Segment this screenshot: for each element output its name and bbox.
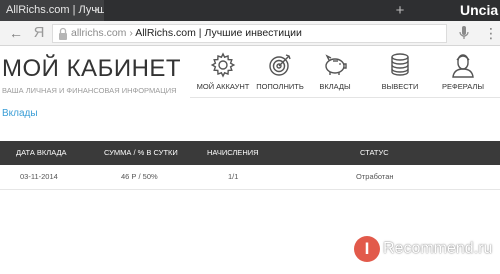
- url-domain: allrichs.com: [71, 27, 127, 39]
- url-field[interactable]: allrichs.com › AllRichs.com | Лучшие инв…: [52, 24, 447, 43]
- device-label: Uncia: [460, 2, 499, 18]
- nav-item-withdraw[interactable]: ВЫВЕСТИ: [370, 52, 430, 97]
- table-row: 03-11-2014 46 Р / 50% 1/1 Отработан: [0, 165, 500, 190]
- watermark-badge: I: [354, 236, 380, 262]
- watermark-text: Recommend.ru: [383, 240, 493, 257]
- column-header-status: СТАТУС: [360, 148, 389, 157]
- table-header: ДАТА ВКЛАДА СУММА / % В СУТКИ НАЧИСЛЕНИЯ…: [0, 141, 500, 165]
- page-subtitle: ВАША ЛИЧНАЯ И ФИНАНСОВАЯ ИНФОРМАЦИЯ: [2, 86, 177, 95]
- browser-tab-bar: AllRichs.com | Лучшие × + Uncia: [0, 0, 500, 21]
- irecommend-watermark: I Recommend.ru: [352, 231, 498, 271]
- microphone-icon[interactable]: [458, 25, 470, 41]
- gear-icon: [210, 52, 236, 78]
- column-header-accruals: НАЧИСЛЕНИЯ: [207, 148, 259, 157]
- header-divider: [190, 97, 500, 98]
- nav-item-referrals[interactable]: РЕФЕРАЛЫ: [433, 52, 493, 97]
- nav-item-deposits[interactable]: ВКЛАДЫ: [305, 52, 365, 97]
- cell-amount: 46 Р / 50%: [121, 172, 158, 181]
- tab-title: AllRichs.com | Лучшие: [6, 4, 104, 16]
- target-icon: [269, 54, 291, 76]
- nav-label: ПОПОЛНИТЬ: [256, 82, 304, 91]
- nav-label: ВКЛАДЫ: [319, 82, 351, 91]
- nav-item-deposit[interactable]: ПОПОЛНИТЬ: [250, 52, 310, 97]
- nav-label: РЕФЕРАЛЫ: [442, 82, 484, 91]
- piggy-bank-icon: [325, 54, 347, 75]
- lock-icon: [59, 27, 67, 40]
- new-tab-button[interactable]: +: [393, 0, 407, 21]
- yandex-logo-icon[interactable]: Я: [32, 24, 46, 42]
- url-text: allrichs.com › AllRichs.com | Лучшие инв…: [71, 25, 302, 42]
- cell-accruals: 1/1: [228, 172, 239, 181]
- cell-status: Отработан: [356, 172, 394, 181]
- user-icon: [452, 54, 474, 78]
- nav-label: МОЙ АККАУНТ: [196, 82, 250, 91]
- page-title: МОЙ КАБИНЕТ: [2, 55, 182, 82]
- cell-date: 03-11-2014: [20, 172, 58, 181]
- nav-item-my-account[interactable]: МОЙ АККАУНТ: [193, 52, 253, 97]
- url-page-title: AllRichs.com | Лучшие инвестиции: [135, 27, 302, 39]
- back-arrow-icon[interactable]: ←: [8, 25, 24, 41]
- coins-stack-icon: [391, 53, 409, 76]
- column-header-amount: СУММА / % В СУТКИ: [104, 148, 178, 157]
- tab-close-icon[interactable]: ×: [92, 0, 102, 21]
- nav-label: ВЫВЕСТИ: [381, 82, 419, 91]
- column-header-date: ДАТА ВКЛАДА: [16, 148, 67, 157]
- address-bar: ← Я allrichs.com › AllRichs.com | Лучшие…: [0, 21, 500, 46]
- browser-tab[interactable]: AllRichs.com | Лучшие: [0, 0, 104, 21]
- section-title-link[interactable]: Вклады: [2, 108, 38, 119]
- url-separator: ›: [126, 27, 136, 39]
- browser-menu-icon[interactable]: ⋮: [484, 25, 498, 41]
